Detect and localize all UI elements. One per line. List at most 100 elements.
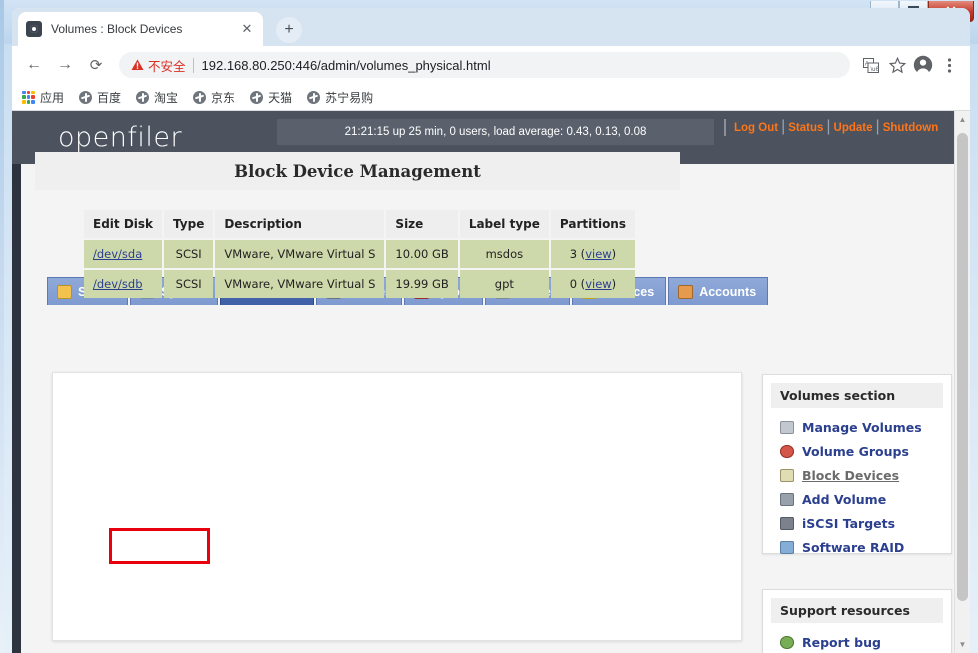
sidebar-item-block-devices[interactable]: Block Devices bbox=[763, 463, 951, 487]
column-header-edit-disk: Edit Disk bbox=[84, 210, 163, 238]
bookmarks-bar: 应用 百度 淘宝 京东 天猫 苏宁易购 bbox=[12, 84, 970, 111]
cell-partitions: 3 (view) bbox=[550, 240, 635, 268]
globe-icon bbox=[307, 90, 321, 104]
link-separator: | bbox=[826, 118, 831, 135]
bookmark-label: 淘宝 bbox=[154, 90, 179, 105]
page-favicon-icon bbox=[26, 21, 42, 37]
sidebar-item-label: Block Devices bbox=[802, 467, 900, 483]
scrollbar-thumb[interactable] bbox=[957, 133, 968, 601]
new-tab-button[interactable]: + bbox=[276, 17, 302, 43]
bookmark-tmall[interactable]: 天猫 bbox=[250, 89, 292, 106]
raid-icon bbox=[780, 540, 794, 554]
cell-label-type: gpt bbox=[459, 270, 549, 298]
cell-label-type: msdos bbox=[459, 240, 549, 268]
support-resources-panel: Support resources Report bug Get support… bbox=[762, 589, 952, 653]
tab-close-icon[interactable]: ✕ bbox=[239, 21, 255, 37]
sidebar-item-label: Volume Groups bbox=[802, 443, 909, 459]
bookmark-label: 苏宁易购 bbox=[325, 90, 374, 105]
svg-text:A: A bbox=[865, 61, 869, 67]
browser-toolbar: ← → ⟳ 不安全 192.168.80.250:446/admin/volum… bbox=[12, 46, 970, 84]
page-scrollbar[interactable]: ▲ ▼ bbox=[954, 111, 970, 653]
sidebar-item-label: iSCSI Targets bbox=[802, 515, 896, 531]
not-secure-label: 不安全 bbox=[148, 59, 186, 74]
cell-size: 10.00 GB bbox=[386, 240, 458, 268]
bookmark-suning[interactable]: 苏宁易购 bbox=[307, 89, 373, 106]
header-links: Log Out | Status | Update | Shutdown bbox=[724, 119, 964, 136]
shutdown-link[interactable]: Shutdown bbox=[883, 122, 939, 134]
tab-accounts[interactable]: Accounts bbox=[668, 277, 769, 305]
svg-text:\u6587: \u6587 bbox=[871, 67, 880, 73]
bookmark-label: 百度 bbox=[97, 90, 122, 105]
globe-icon bbox=[193, 90, 207, 104]
bookmark-taobao[interactable]: 淘宝 bbox=[136, 89, 178, 106]
bug-icon bbox=[780, 635, 794, 649]
page-title: Block Device Management bbox=[35, 152, 680, 190]
page-viewport: openfiler 21:21:15 up 25 min, 0 users, l… bbox=[12, 111, 970, 653]
status-icon bbox=[57, 284, 72, 299]
back-button[interactable]: ← bbox=[20, 51, 48, 79]
sidebar-item-add-volume[interactable]: Add Volume bbox=[763, 487, 951, 511]
edit-icon bbox=[780, 468, 794, 482]
log-out-link[interactable]: Log Out bbox=[734, 122, 778, 134]
sidebar-item-volume-groups[interactable]: Volume Groups bbox=[763, 439, 951, 463]
profile-avatar-icon[interactable] bbox=[910, 52, 936, 78]
bookmark-star-icon[interactable] bbox=[884, 52, 910, 78]
partitions-view-link[interactable]: view bbox=[585, 247, 611, 261]
status-link[interactable]: Status bbox=[788, 122, 823, 134]
cell-size: 19.99 GB bbox=[386, 270, 458, 298]
cell-description: VMware, VMware Virtual S bbox=[215, 240, 385, 268]
reload-button[interactable]: ⟳ bbox=[82, 51, 110, 79]
address-bar[interactable]: 不安全 192.168.80.250:446/admin/volumes_phy… bbox=[119, 52, 850, 78]
column-header-description: Description bbox=[215, 210, 385, 238]
openfiler-logo: openfiler bbox=[58, 122, 183, 153]
column-header-size: Size bbox=[386, 210, 458, 238]
tab-label: Accounts bbox=[699, 284, 757, 299]
disk-link-sda[interactable]: /dev/sda bbox=[93, 247, 142, 261]
browser-tab-active[interactable]: Volumes : Block Devices ✕ bbox=[18, 12, 263, 46]
desktop-screen: ✕ Volumes : Block Devices ✕ + ← → ⟳ bbox=[0, 0, 978, 653]
sidebar-item-manage-volumes[interactable]: Manage Volumes bbox=[763, 415, 951, 439]
disk-link-sdb[interactable]: /dev/sdb bbox=[93, 277, 143, 291]
volumes-section-title: Volumes section bbox=[771, 383, 943, 408]
main-content-panel bbox=[52, 372, 742, 641]
forward-button[interactable]: → bbox=[51, 51, 79, 79]
partitions-count: 0 bbox=[569, 277, 578, 291]
cell-type: SCSI bbox=[164, 240, 214, 268]
globe-icon bbox=[136, 90, 150, 104]
update-link[interactable]: Update bbox=[834, 122, 873, 134]
bookmark-apps[interactable]: 应用 bbox=[22, 89, 64, 106]
browser-tabstrip: Volumes : Block Devices ✕ + bbox=[12, 8, 970, 46]
scroll-up-arrow-icon[interactable]: ▲ bbox=[955, 112, 970, 127]
column-header-type: Type bbox=[164, 210, 214, 238]
cell-edit-disk: /dev/sdb bbox=[84, 270, 163, 298]
support-section-title: Support resources bbox=[771, 598, 943, 623]
bookmark-jd[interactable]: 京东 bbox=[193, 89, 235, 106]
sidebar-item-report-bug[interactable]: Report bug bbox=[763, 630, 951, 653]
target-icon bbox=[780, 516, 794, 530]
more-menu-icon[interactable] bbox=[936, 52, 962, 78]
cell-partitions: 0 (view) bbox=[550, 270, 635, 298]
partitions-view-link[interactable]: view bbox=[585, 277, 611, 291]
volumes-section-list: Manage Volumes Volume Groups Block Devic… bbox=[763, 415, 951, 559]
globe-icon bbox=[250, 90, 264, 104]
bookmark-baidu[interactable]: 百度 bbox=[79, 89, 121, 106]
column-header-label-type: Label type bbox=[459, 210, 549, 238]
table-row: /dev/sdb SCSI VMware, VMware Virtual S 1… bbox=[84, 270, 635, 298]
support-section-list: Report bug Get support Forums Admin Guid… bbox=[763, 630, 951, 653]
partitions-count: 3 bbox=[569, 247, 578, 261]
sidebar-item-iscsi-targets[interactable]: iSCSI Targets bbox=[763, 511, 951, 535]
cell-edit-disk: /dev/sda bbox=[84, 240, 163, 268]
sidebar-item-software-raid[interactable]: Software RAID bbox=[763, 535, 951, 559]
cell-type: SCSI bbox=[164, 270, 214, 298]
page-left-accent-bar bbox=[12, 164, 21, 653]
sidebar-item-label: Add Volume bbox=[802, 491, 887, 507]
sidebar-item-label: Report bug bbox=[802, 634, 881, 650]
table-header-row: Edit Disk Type Description Size Label ty… bbox=[84, 210, 635, 238]
scroll-down-arrow-icon[interactable]: ▼ bbox=[955, 637, 970, 652]
system-status-line: 21:21:15 up 25 min, 0 users, load averag… bbox=[277, 119, 714, 145]
add-icon bbox=[780, 492, 794, 506]
chrome-browser: Volumes : Block Devices ✕ + ← → ⟳ 不安全 19… bbox=[12, 8, 970, 653]
translate-icon[interactable]: A\u6587 bbox=[858, 52, 884, 78]
block-devices-table: Edit Disk Type Description Size Label ty… bbox=[82, 208, 637, 300]
column-header-partitions: Partitions bbox=[550, 210, 635, 238]
